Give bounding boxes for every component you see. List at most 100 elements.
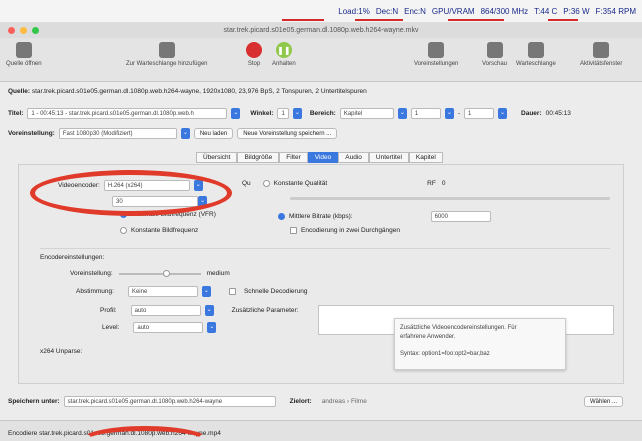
preset-row: Voreinstellung: Fast 1080p30 (Modifizier… (8, 128, 338, 139)
film-icon (15, 42, 32, 58)
tab-bar: Übersicht Bildgröße Filter Video Audio U… (196, 152, 443, 163)
fast-decode-checkbox[interactable] (228, 288, 236, 295)
preset-label: Voreinstellung: (8, 130, 55, 137)
bitrate-input[interactable]: 6000 (430, 211, 491, 222)
source-info: star.trek.picard.s01e05.german.dl.1080p.… (31, 88, 367, 95)
stop-label: Stop (247, 61, 261, 67)
stop-icon (246, 42, 262, 58)
fan-readout: F:354 RPM (595, 6, 636, 16)
stop-button[interactable]: Stop (246, 42, 262, 67)
profile-row: Profil: auto ⌄ Zusätzliche Parameter: (100, 305, 298, 316)
range-from-arrow-icon[interactable]: ⌄ (444, 108, 454, 119)
encoder-preset-slider[interactable] (118, 269, 201, 277)
divider (40, 248, 610, 249)
tab-filters[interactable]: Filter (279, 152, 308, 163)
range-from-select[interactable]: 1 (410, 108, 441, 119)
toolbar: Quelle öffnen Zur Warteschlange hinzufüg… (0, 38, 642, 82)
range-to-select[interactable]: 1 (464, 108, 495, 119)
queue-label: Warteschlange (516, 61, 556, 67)
angle-label: Winkel: (250, 110, 274, 117)
angle-select[interactable]: 1 (277, 108, 289, 119)
slider-thumb[interactable] (162, 269, 170, 277)
profile-label: Profil: (100, 307, 117, 314)
profile-arrow-icon[interactable]: ⌄ (204, 305, 214, 316)
title-select[interactable]: 1 - 00:45:13 - star.trek.picard.s01e05.g… (27, 108, 228, 119)
range-type-select[interactable]: Kapitel (339, 108, 394, 119)
encoder-preset-value: medium (206, 270, 230, 277)
source-label: Quelle: (8, 88, 31, 95)
gpu-load-readout: Load:1% (338, 6, 370, 16)
annotation-ellipse-encoder (30, 170, 232, 216)
profile-select[interactable]: auto (130, 305, 201, 316)
presets-icon (428, 42, 445, 58)
encoder-readout: Enc:N (404, 6, 426, 16)
twopass-checkbox[interactable] (290, 227, 297, 234)
tab-dimensions[interactable]: Bildgröße (237, 152, 280, 163)
preset-select-arrow-icon[interactable]: ⌄ (180, 128, 190, 139)
save-new-preset-button[interactable]: Neue Voreinstellung speichern ... (237, 128, 338, 139)
avg-bitrate-label: Mittlere Bitrate (kbps): (289, 213, 353, 220)
tune-row: Abstimmung: Keine ⌄ Schnelle Decodierung (76, 286, 308, 297)
preview-label: Vorschau (482, 61, 508, 67)
duration-label: Dauer: (521, 110, 542, 117)
tab-video[interactable]: Video (307, 152, 339, 163)
cfr-row: Konstante Bildfrequenz (120, 227, 198, 234)
save-row: Speichern unter: star.trek.picard.s01e05… (8, 396, 367, 407)
range-type-arrow-icon[interactable]: ⌄ (397, 108, 407, 119)
encoder-preset-row: Voreinstellung: medium (70, 269, 230, 277)
pause-button[interactable]: ❚❚ Anhalten (272, 42, 296, 67)
level-select[interactable]: auto (133, 322, 204, 333)
constant-quality-radio[interactable] (262, 180, 270, 187)
level-row: Level: auto ⌄ (102, 322, 217, 333)
range-label: Bereich: (309, 110, 336, 117)
activity-icon (593, 42, 610, 58)
fast-decode-label: Schnelle Decodierung (243, 288, 308, 295)
destination-path[interactable]: andreas › Filme (322, 398, 367, 405)
tab-summary[interactable]: Übersicht (196, 152, 238, 163)
preview-icon (486, 42, 503, 58)
power-readout: P:36 W (563, 6, 590, 16)
range-separator: - (457, 110, 461, 117)
tab-subtitles[interactable]: Untertitel (368, 152, 409, 163)
tune-arrow-icon[interactable]: ⌄ (201, 286, 211, 297)
annotation-underline-mhz (448, 19, 504, 21)
temperature-readout: T:44 C (534, 6, 558, 16)
encoder-settings-heading: Encodereinstellungen: (40, 254, 105, 261)
preview-button[interactable]: Vorschau (482, 42, 507, 67)
cfr-radio[interactable] (120, 227, 127, 234)
pause-icon: ❚❚ (275, 42, 292, 58)
unparse-label: x264 Unparse: (40, 348, 83, 355)
angle-select-arrow-icon[interactable]: ⌄ (292, 108, 302, 119)
tab-chapters[interactable]: Kapitel (408, 152, 443, 163)
quality-label: Qu (242, 180, 251, 187)
add-queue-icon (158, 42, 175, 58)
choose-destination-button[interactable]: Wählen ... (584, 396, 624, 407)
range-to-arrow-icon[interactable]: ⌄ (498, 108, 508, 119)
duration-value: 00:45:13 (545, 110, 571, 117)
encoder-settings-heading-row: Encodereinstellungen: (40, 254, 104, 261)
annotation-underline-dec-enc (355, 19, 403, 21)
add-to-queue-button[interactable]: Zur Warteschlange hinzufügen (126, 42, 208, 67)
tooltip-syntax: Syntax: option1=foo:opt2=bar,baz (400, 351, 490, 357)
tab-audio[interactable]: Audio (338, 152, 369, 163)
level-arrow-icon[interactable]: ⌄ (207, 322, 217, 333)
avg-bitrate-radio[interactable] (278, 213, 285, 220)
presets-button[interactable]: Voreinstellungen (414, 42, 458, 67)
title-select-arrow-icon[interactable]: ⌄ (231, 108, 241, 119)
rf-value: 0 (441, 180, 446, 187)
activity-button[interactable]: Aktivitätsfenster (580, 42, 622, 67)
extra-params-label: Zusätzliche Parameter: (231, 307, 299, 314)
quality-slider[interactable] (290, 197, 610, 200)
open-source-button[interactable]: Quelle öffnen (6, 42, 42, 67)
source-row: Quelle: star.trek.picard.s01e05.german.d… (8, 88, 367, 95)
reload-preset-button[interactable]: Neu laden (193, 128, 234, 139)
decoder-readout: Dec:N (375, 6, 399, 16)
add-to-queue-label: Zur Warteschlange hinzufügen (126, 61, 208, 67)
tune-select[interactable]: Keine (127, 286, 198, 297)
save-as-input[interactable]: star.trek.picard.s01e05.german.dl.1080p.… (63, 396, 276, 407)
preset-select[interactable]: Fast 1080p30 (Modifiziert) (58, 128, 177, 139)
window-title: star.trek.picard.s01e05.german.dl.1080p.… (223, 26, 419, 34)
queue-button[interactable]: Warteschlange (516, 42, 556, 67)
constant-quality-label: Konstante Qualität (273, 180, 328, 187)
quality-row: Qu Konstante Qualität RF 0 (242, 180, 445, 187)
